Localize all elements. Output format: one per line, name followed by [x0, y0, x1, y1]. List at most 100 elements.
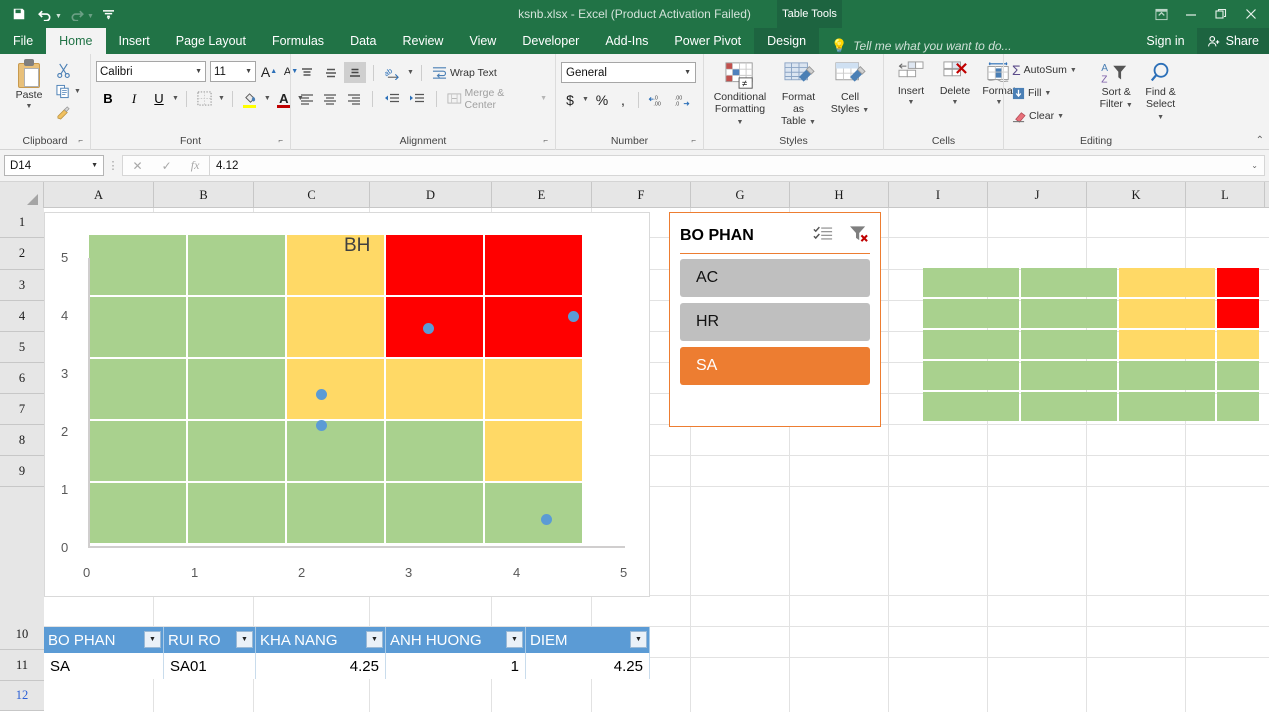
decrease-indent-button[interactable] [380, 88, 404, 109]
chevron-down-icon[interactable]: ▼ [91, 162, 98, 169]
column-header-L[interactable]: L [1186, 182, 1265, 208]
clipboard-dialog-launcher[interactable]: ⌐ [78, 132, 83, 149]
number-format-combobox[interactable]: General ▼ [561, 62, 696, 83]
minimize-icon[interactable] [1177, 2, 1205, 26]
orientation-button[interactable]: ab [381, 62, 405, 83]
slicer-item-sa[interactable]: SA [680, 347, 870, 385]
filter-dropdown-icon[interactable]: ▼ [630, 631, 647, 648]
ribbon-display-options-icon[interactable] [1147, 2, 1175, 26]
quick-access-toolbar[interactable]: ▼ ▼ [0, 3, 122, 25]
autosum-button[interactable]: Σ AutoSum ▼ [1009, 60, 1094, 80]
cancel-icon[interactable]: ✕ [133, 159, 143, 173]
sign-in-button[interactable]: Sign in [1134, 34, 1196, 48]
autosum-dropdown-icon[interactable]: ▼ [1070, 67, 1077, 74]
comma-button[interactable]: , [615, 89, 631, 110]
tab-view[interactable]: View [456, 28, 509, 54]
font-dialog-launcher[interactable]: ⌐ [278, 132, 283, 149]
table-cell-anh-huong[interactable]: 1 [386, 653, 526, 679]
find-select-button[interactable]: Find & Select ▼ [1138, 60, 1183, 126]
copy-button[interactable]: ▼ [53, 81, 84, 101]
column-header-H[interactable]: H [790, 182, 889, 208]
conditional-formatting-dropdown-icon[interactable]: ▼ [737, 119, 744, 126]
align-left-button[interactable] [296, 88, 318, 109]
insert-cells-button[interactable]: Insert ▼ [889, 59, 933, 111]
fill-color-dropdown-icon[interactable]: ▼ [264, 95, 271, 102]
tab-add-ins[interactable]: Add-Ins [592, 28, 661, 54]
row-header-6[interactable]: 6 [0, 363, 44, 394]
row-header-10[interactable]: 10 [0, 619, 44, 650]
expand-formula-bar-icon[interactable]: ⌄ [1251, 161, 1258, 170]
customize-qat-icon[interactable] [96, 3, 122, 25]
copy-dropdown-icon[interactable]: ▼ [74, 88, 81, 95]
cell-styles-button[interactable]: Cell Styles ▼ [826, 59, 874, 119]
enter-icon[interactable]: ✓ [162, 159, 172, 173]
table-row[interactable]: SA SA01 4.25 1 4.25 [44, 653, 650, 679]
tab-insert[interactable]: Insert [106, 28, 163, 54]
select-all-corner[interactable] [0, 182, 44, 208]
format-dropdown-icon[interactable]: ▼ [996, 97, 1003, 109]
clear-filter-icon[interactable] [849, 225, 870, 248]
align-right-button[interactable] [343, 88, 365, 109]
tab-file[interactable]: File [0, 28, 47, 54]
row-header-1[interactable]: 1 [0, 208, 44, 238]
column-header-J[interactable]: J [988, 182, 1087, 208]
chevron-down-icon[interactable]: ▼ [191, 68, 202, 75]
italic-button[interactable]: I [122, 88, 146, 109]
fill-button[interactable]: Fill ▼ [1009, 83, 1094, 103]
table-header-rui-ro[interactable]: RUI RO ▼ [164, 627, 256, 653]
slicer-bo-phan[interactable]: BO PHAN AC HR SA [669, 212, 881, 427]
formula-bar-actions[interactable]: ✕ ✓ fx [122, 155, 210, 176]
format-as-table-dropdown-icon[interactable]: ▼ [809, 119, 816, 126]
data-point-marker[interactable] [541, 514, 552, 525]
font-size-combobox[interactable]: 11 ▼ [210, 61, 256, 82]
align-center-button[interactable] [320, 88, 342, 109]
format-as-table-button[interactable]: Format as Table ▼ [771, 59, 826, 131]
increase-font-size-button[interactable]: A ▲ [260, 64, 278, 80]
increase-decimal-button[interactable]: .0.00 [646, 89, 668, 110]
tab-formulas[interactable]: Formulas [259, 28, 337, 54]
column-header-C[interactable]: C [254, 182, 370, 208]
currency-button[interactable]: $ [561, 89, 579, 110]
row-header-11[interactable]: 11 [0, 650, 44, 681]
restore-icon[interactable] [1207, 2, 1235, 26]
slicer-item-ac[interactable]: AC [680, 259, 870, 297]
tab-data[interactable]: Data [337, 28, 389, 54]
undo-dropdown-icon[interactable]: ▼ [55, 9, 62, 20]
chevron-down-icon[interactable]: ▼ [684, 69, 691, 76]
row-header-3[interactable]: 3 [0, 270, 44, 301]
table-header-bo-phan[interactable]: BO PHAN ▼ [44, 627, 164, 653]
number-dialog-launcher[interactable]: ⌐ [691, 132, 696, 149]
column-header-K[interactable]: K [1087, 182, 1186, 208]
close-icon[interactable] [1237, 2, 1265, 26]
data-point-marker[interactable] [316, 420, 327, 431]
row-headers[interactable]: 1 2 3 4 5 6 7 8 9 10 11 12 [0, 208, 44, 711]
data-point-marker[interactable] [316, 389, 327, 400]
name-box[interactable]: D14 ▼ [4, 155, 104, 176]
insert-dropdown-icon[interactable]: ▼ [908, 97, 915, 109]
borders-dropdown-icon[interactable]: ▼ [218, 95, 225, 102]
tab-design[interactable]: Design [754, 28, 820, 54]
column-header-F[interactable]: F [592, 182, 691, 208]
sort-filter-button[interactable]: A Z Sort & Filter ▼ [1094, 60, 1138, 114]
align-top-button[interactable] [296, 62, 318, 83]
filter-dropdown-icon[interactable]: ▼ [366, 631, 383, 648]
sort-filter-dropdown-icon[interactable]: ▼ [1126, 102, 1133, 109]
window-controls[interactable] [1147, 0, 1265, 28]
fill-color-button[interactable] [240, 88, 262, 109]
wrap-text-button[interactable]: Wrap Text [429, 63, 500, 83]
row-header-5[interactable]: 5 [0, 332, 44, 363]
underline-button[interactable]: U [148, 88, 170, 109]
row-header-7[interactable]: 7 [0, 394, 44, 425]
filter-dropdown-icon[interactable]: ▼ [236, 631, 253, 648]
column-header-D[interactable]: D [370, 182, 492, 208]
paste-button[interactable]: Paste ▼ [5, 57, 53, 115]
currency-dropdown-icon[interactable]: ▼ [582, 96, 589, 103]
delete-dropdown-icon[interactable]: ▼ [952, 97, 959, 109]
tell-me-search[interactable]: 💡 Tell me what you want to do... [831, 38, 1012, 54]
align-bottom-button[interactable] [344, 62, 366, 83]
row-header-2[interactable]: 2 [0, 238, 44, 270]
row-header-8[interactable]: 8 [0, 425, 44, 456]
secondary-heatmap-chart[interactable] [923, 268, 1259, 422]
borders-button[interactable] [194, 88, 216, 109]
table-header-kha-nang[interactable]: KHA NANG ▼ [256, 627, 386, 653]
